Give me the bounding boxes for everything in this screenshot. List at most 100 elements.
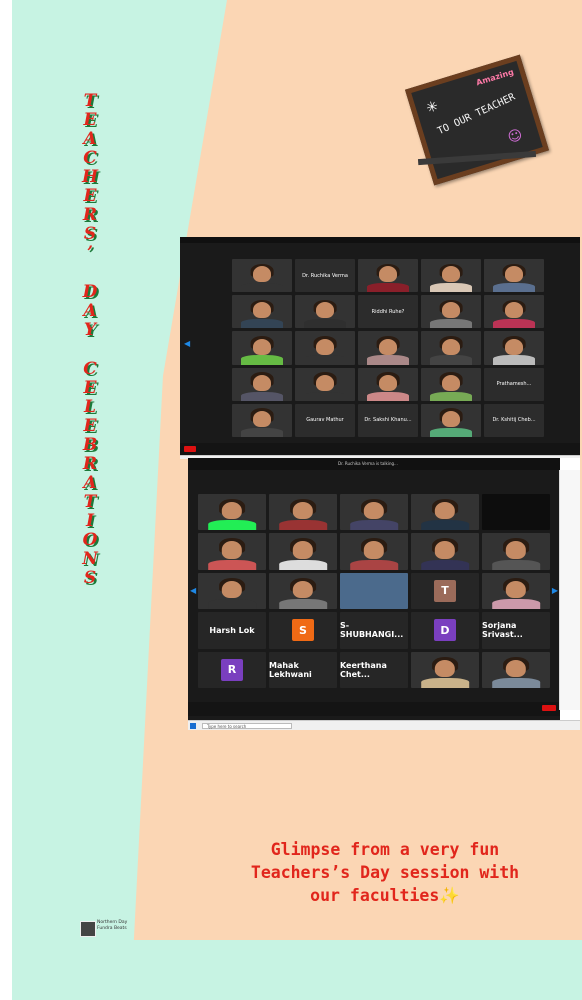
- avatar: [505, 338, 523, 355]
- avatar-body: [430, 391, 472, 401]
- participant-name-tile: Gaurav Mathur: [295, 403, 355, 437]
- avatar-body: [421, 559, 469, 570]
- avatar-body: [430, 355, 472, 365]
- avatar-body: [493, 282, 535, 293]
- title-letter: I: [86, 511, 94, 531]
- meeting-controls: [180, 443, 580, 455]
- participant-name-tile: Riddhi Ruhe?: [358, 295, 418, 329]
- title-letter: C: [83, 359, 97, 379]
- music-credit: Northern Day Fundra Beats: [80, 920, 130, 938]
- avatar: [379, 338, 397, 355]
- participant-tile: [482, 651, 550, 688]
- title-letter: E: [83, 378, 97, 398]
- participant-tile: [484, 295, 544, 329]
- participant-tile: [198, 494, 266, 531]
- participant-initial-tile: D: [411, 612, 479, 649]
- title-letter: T: [83, 492, 97, 512]
- credit-line-2: Fundra Beats: [97, 926, 127, 931]
- next-page-arrow-icon[interactable]: ▶: [552, 586, 558, 595]
- title-letter: Y: [83, 320, 97, 340]
- avatar: [442, 302, 460, 319]
- avatar-body: [208, 599, 256, 610]
- avatar: [253, 411, 271, 428]
- participant-tile: [482, 572, 550, 610]
- avatar-body: [241, 282, 283, 293]
- participant-name-tile: Mahak Lekhwani: [269, 651, 337, 688]
- participant-tile: [232, 259, 292, 293]
- participant-tile: [411, 651, 479, 688]
- participant-tile: [411, 533, 479, 570]
- sparkle-icon: ✨: [439, 886, 460, 905]
- taskbar-search[interactable]: Type here to search: [202, 723, 292, 729]
- avatar: [221, 502, 243, 520]
- avatar: [442, 374, 460, 391]
- participant-name-tile: Sorjana Srivast...: [482, 612, 550, 649]
- prev-page-arrow-icon[interactable]: ◀: [184, 339, 190, 348]
- avatar-body: [241, 319, 283, 329]
- participant-tile: [482, 494, 550, 531]
- avatar: [379, 266, 397, 283]
- avatar-body: [304, 355, 346, 365]
- participant-grid: Dr. Ruchika Verma Riddhi Ruhe? Prathamesh.…: [232, 259, 544, 437]
- title-letter: A: [83, 301, 97, 321]
- avatar-body: [241, 355, 283, 365]
- end-button[interactable]: [542, 705, 556, 711]
- participant-tile: [411, 494, 479, 531]
- title-letter: E: [83, 110, 97, 130]
- title-letter: E: [83, 416, 97, 436]
- participant-tile: [295, 331, 355, 365]
- avatar: [505, 266, 523, 283]
- avatar: [434, 541, 456, 559]
- participant-tile: [421, 259, 481, 293]
- participant-name-tile: S-SHUBHANGI...: [340, 612, 408, 649]
- meeting-window: Dr. Ruchika Verma is talking... T Harsh L…: [188, 458, 560, 720]
- avatar-body: [208, 520, 256, 531]
- avatar-body: [493, 355, 535, 365]
- participant-name-tile: Dr. Kshitij Cheb...: [484, 403, 544, 437]
- shared-image-tile: [340, 572, 408, 610]
- prev-page-arrow-icon[interactable]: ◀: [190, 586, 196, 595]
- participant-initial-tile: R: [198, 651, 266, 688]
- title-letter: T: [83, 91, 97, 111]
- avatar-body: [493, 319, 535, 329]
- avatar-body: [430, 282, 472, 293]
- participant-tile: [482, 533, 550, 570]
- avatar: [434, 659, 456, 678]
- title-letter: A: [83, 473, 97, 493]
- chalkboard-tag: Amazing: [475, 67, 515, 88]
- avatar: [292, 502, 314, 520]
- avatar-body: [492, 559, 540, 570]
- avatar: [505, 302, 523, 319]
- participant-tile: [484, 259, 544, 293]
- title-letter: O: [82, 530, 98, 550]
- participant-name-tile: Keerthana Chet...: [340, 651, 408, 688]
- caption-line-1: Glimpse from a very fun: [270, 840, 500, 859]
- participant-tile: [421, 367, 481, 401]
- participant-tile: [232, 295, 292, 329]
- participant-tile: [269, 533, 337, 570]
- participant-tile: [421, 331, 481, 365]
- participant-tile: [269, 494, 337, 531]
- windows-start-icon[interactable]: [190, 723, 196, 729]
- avatar: [434, 502, 456, 520]
- window-topbar: [180, 237, 580, 243]
- initial-badge: T: [434, 579, 456, 602]
- avatar-body: [208, 559, 256, 570]
- avatar: [379, 374, 397, 391]
- end-button[interactable]: [184, 446, 196, 452]
- avatar: [292, 580, 314, 599]
- avatar: [363, 502, 385, 520]
- participant-name-tile: Harsh Lok: [198, 612, 266, 649]
- participant-tile: [232, 331, 292, 365]
- participant-tile: [295, 367, 355, 401]
- participant-name-tile: Prathamesh...: [484, 367, 544, 401]
- avatar-body: [241, 427, 283, 437]
- participant-tile: [358, 367, 418, 401]
- participant-tile: [358, 259, 418, 293]
- meeting-header: Dr. Ruchika Verma is talking...: [188, 458, 560, 470]
- avatar-body: [279, 599, 327, 610]
- participant-tile: [358, 331, 418, 365]
- avatar: [442, 411, 460, 428]
- avatar: [253, 302, 271, 319]
- avatar: [221, 541, 243, 559]
